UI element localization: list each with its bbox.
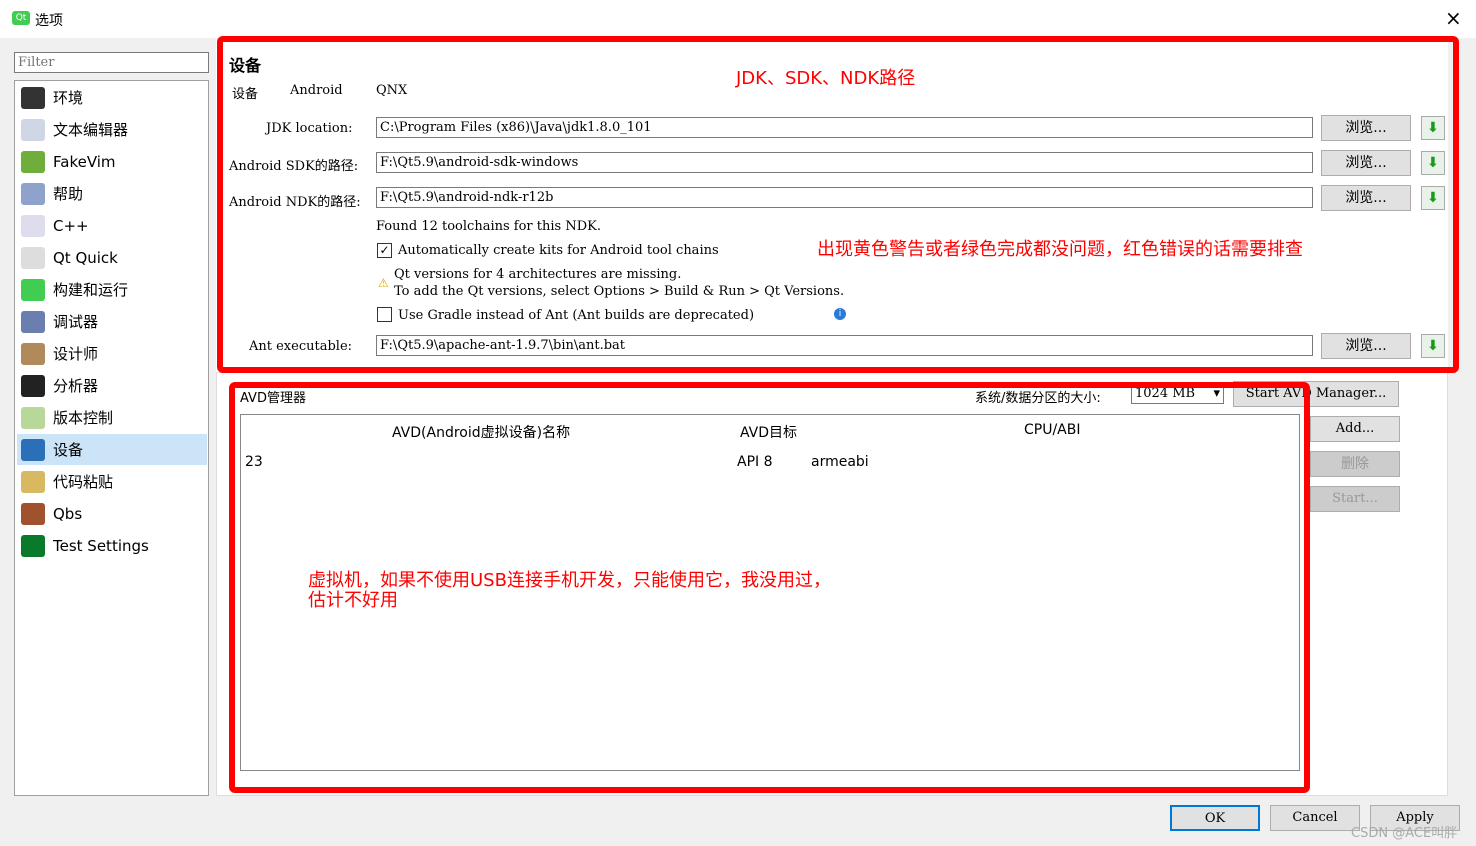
delete-avd-button[interactable]: 删除	[1310, 451, 1400, 477]
ok-button[interactable]: OK	[1170, 805, 1260, 831]
sidebar-item-label: C++	[53, 216, 89, 235]
code-paste-icon	[21, 470, 45, 493]
sidebar-item-label: 设计师	[53, 345, 99, 363]
sidebar-item-label: Qt Quick	[53, 248, 118, 267]
sidebar-item[interactable]: 设计师	[17, 338, 207, 369]
cpp-braces-icon	[21, 214, 45, 237]
sidebar-item[interactable]: 版本控制	[17, 402, 207, 433]
sidebar-item-label: FakeVim	[53, 152, 116, 171]
filter-input[interactable]	[14, 52, 209, 73]
sidebar-item-label: 版本控制	[53, 409, 114, 427]
paper-plane-icon	[21, 246, 45, 269]
sidebar-item-label: Qbs	[53, 504, 83, 523]
sidebar-item[interactable]: 设备	[17, 434, 207, 465]
bug-icon	[21, 310, 45, 333]
sidebar-item[interactable]: 构建和运行	[17, 274, 207, 305]
sidebar-item[interactable]: 环境	[17, 82, 207, 113]
sidebar-item-label: 帮助	[53, 185, 84, 203]
sidebar-item[interactable]: FakeVim	[17, 146, 207, 177]
sidebar-item-label: 构建和运行	[53, 281, 129, 299]
sidebar-item-label: 文本编辑器	[53, 121, 129, 139]
sidebar-item[interactable]: 文本编辑器	[17, 114, 207, 145]
sidebar-item-label: Test Settings	[53, 536, 149, 555]
analyzer-icon	[21, 374, 45, 397]
sidebar-item[interactable]: 帮助	[17, 178, 207, 209]
sidebar-item[interactable]: 代码粘贴	[17, 466, 207, 497]
device-icon	[21, 438, 45, 461]
qa-icon	[21, 534, 45, 557]
sidebar-item-label: 调试器	[53, 313, 99, 331]
window-title: 选项	[35, 13, 63, 29]
sidebar-item[interactable]: Test Settings	[17, 530, 207, 561]
help-icon	[21, 182, 45, 205]
watermark: CSDN @ACE叫胖	[1351, 826, 1458, 841]
sidebar-item-label: 代码粘贴	[53, 473, 114, 491]
monitor-icon	[21, 86, 45, 109]
fakevim-icon	[21, 150, 45, 173]
sidebar-item[interactable]: Qt Quick	[17, 242, 207, 273]
designer-icon	[21, 342, 45, 365]
qt-logo-icon: Qt	[12, 11, 30, 25]
build-run-icon	[21, 278, 45, 301]
annotation-warnings: 出现黄色警告或者绿色完成都没问题，红色错误的话需要排查	[817, 239, 1303, 260]
hammer-icon	[21, 502, 45, 525]
sidebar-item[interactable]: 分析器	[17, 370, 207, 401]
sidebar-item-label: 环境	[53, 89, 84, 107]
add-avd-button[interactable]: Add...	[1310, 416, 1400, 442]
sidebar: 环境文本编辑器 FakeVim 帮助 C++ Qt Quick 构建和运行调试器设计师分析…	[14, 80, 209, 796]
title-bar: Qt 选项 ×	[0, 0, 1476, 38]
close-button[interactable]: ×	[1445, 6, 1462, 30]
cancel-button[interactable]: Cancel	[1270, 805, 1360, 831]
sidebar-item-label: 设备	[53, 441, 84, 459]
sidebar-item-label: 分析器	[53, 377, 99, 395]
sidebar-item[interactable]: Qbs	[17, 498, 207, 529]
sidebar-item[interactable]: C++	[17, 210, 207, 241]
annotation-avd-2: 估计不好用	[308, 590, 398, 611]
text-editor-icon	[21, 118, 45, 141]
sidebar-item[interactable]: 调试器	[17, 306, 207, 337]
annotation-paths: JDK、SDK、NDK路径	[736, 68, 916, 89]
version-control-icon	[21, 406, 45, 429]
start-avd-button[interactable]: Start...	[1310, 486, 1400, 512]
